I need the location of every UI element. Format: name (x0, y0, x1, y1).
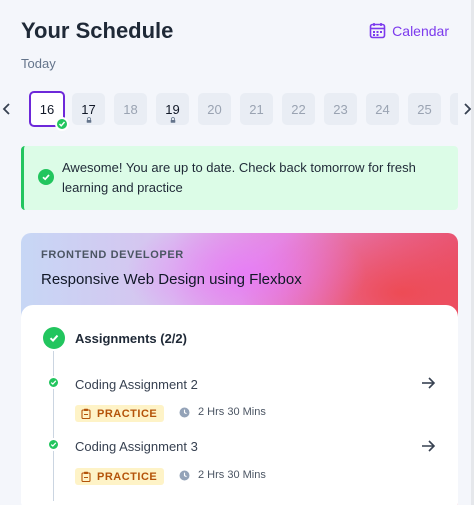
date-label: 22 (291, 101, 306, 117)
date-label: 25 (417, 101, 432, 117)
date-25[interactable]: 25 (408, 93, 441, 125)
arrow-right-icon[interactable] (420, 375, 436, 391)
assignment-duration: 2 Hrs 30 Mins (179, 469, 266, 481)
prev-dates-button[interactable] (0, 99, 14, 119)
check-circle-icon (38, 169, 54, 185)
lock-icon (170, 117, 175, 123)
up-to-date-banner: Awesome! You are up to date. Check back … (21, 146, 458, 210)
assignment-title[interactable]: Coding Assignment 3 (75, 439, 198, 454)
assignments-panel: Assignments (2/2) Coding Assignment 2 PR… (21, 305, 458, 505)
date-16[interactable]: 16 (29, 91, 69, 131)
course-card: FRONTEND DEVELOPER Responsive Web Design… (21, 233, 458, 505)
clock-icon (179, 470, 190, 480)
tag-label: PRACTICE (97, 470, 158, 483)
date-label: 19 (165, 101, 180, 117)
course-role: FRONTEND DEVELOPER (41, 249, 184, 261)
date-strip: 16 17 18 19 20 21 22 23 24 25 (0, 91, 474, 131)
date-label: 20 (207, 101, 222, 117)
assignment-title[interactable]: Coding Assignment 2 (75, 377, 198, 392)
page-title: Your Schedule (21, 18, 174, 43)
practice-tag: PRACTICE (75, 405, 165, 422)
banner-message: Awesome! You are up to date. Check back … (62, 160, 416, 195)
date-label: 21 (249, 101, 264, 117)
course-title: Responsive Web Design using Flexbox (41, 271, 302, 288)
practice-tag: PRACTICE (75, 468, 165, 485)
today-label: Today (21, 56, 56, 71)
calendar-link[interactable]: Calendar (369, 22, 449, 39)
lock-icon (86, 117, 91, 123)
date-label: 17 (81, 101, 96, 117)
check-circle-icon (43, 327, 65, 349)
check-icon (47, 438, 60, 451)
date-23[interactable]: 23 (324, 93, 357, 125)
check-icon (55, 117, 69, 131)
duration-label: 2 Hrs 30 Mins (198, 406, 266, 418)
clock-icon (179, 407, 190, 417)
date-label: 16 (39, 101, 55, 117)
chevron-left-icon (2, 103, 10, 115)
arrow-right-icon[interactable] (420, 438, 436, 454)
timeline-line (53, 351, 54, 501)
check-icon (47, 376, 60, 389)
assignment-duration: 2 Hrs 30 Mins (179, 406, 266, 418)
date-18[interactable]: 18 (114, 93, 147, 125)
date-20[interactable]: 20 (198, 93, 231, 125)
date-label: 23 (333, 101, 348, 117)
date-label: 24 (375, 101, 390, 117)
date-21[interactable]: 21 (240, 93, 273, 125)
assignments-group-title: Assignments (2/2) (75, 331, 187, 346)
date-partial (450, 93, 458, 125)
date-label: 18 (123, 101, 138, 117)
date-17[interactable]: 17 (72, 93, 105, 125)
tag-label: PRACTICE (97, 407, 158, 420)
calendar-icon (369, 23, 386, 39)
date-24[interactable]: 24 (366, 93, 399, 125)
clipboard-icon (81, 471, 91, 482)
date-22[interactable]: 22 (282, 93, 315, 125)
date-19[interactable]: 19 (156, 93, 189, 125)
duration-label: 2 Hrs 30 Mins (198, 469, 266, 481)
clipboard-icon (81, 408, 91, 419)
calendar-label: Calendar (392, 22, 449, 39)
